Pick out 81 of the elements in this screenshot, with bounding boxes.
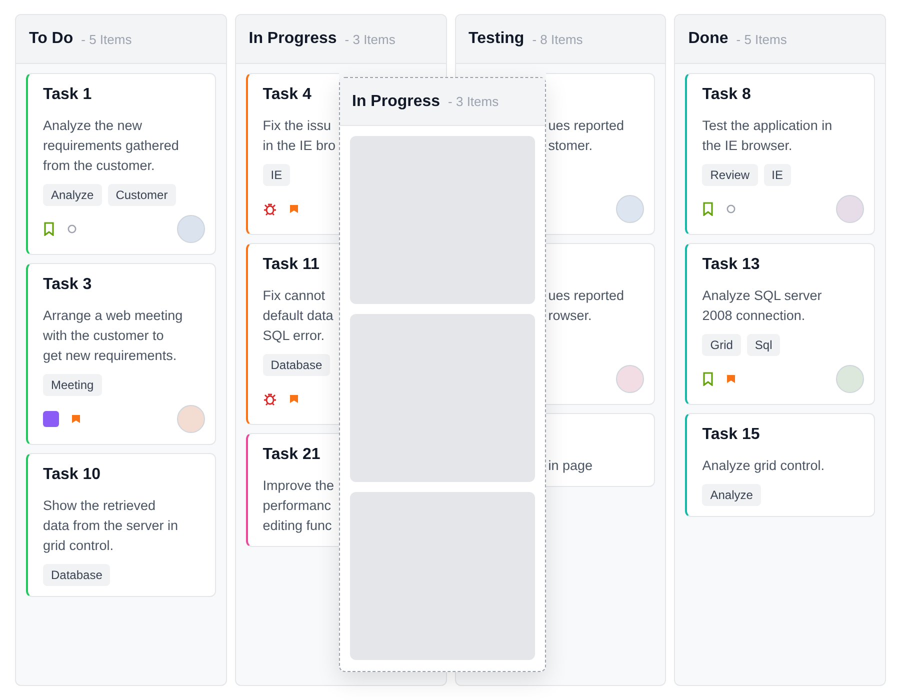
card-description: Fix cannot [262,287,326,305]
task-card[interactable]: Task 13 Analyze SQL server 2008 connection. Grid Sql [685,243,875,405]
card-description: from the customer. [43,157,156,175]
bug-icon [262,392,277,406]
task-card[interactable]: Task 8 Test the application in the IE browser. Review IE [685,73,875,235]
column-title: Testing [468,30,524,48]
card-description: in page [548,457,594,475]
task-card[interactable]: Task 11 Fix cannot default data SQL error. Database [246,243,339,425]
square-icon [43,411,59,427]
item-count: - 3 Items [344,32,396,46]
tag-chip: Sql [746,334,780,356]
task-card[interactable]: Task 1 Analyze the new requirements gathered from the customer. Analyze Customer [26,73,216,255]
tag-chip: IE [764,164,791,186]
task-card[interactable]: ues reported rowser. [546,243,656,405]
card-description: Arrange a web meeting [43,307,184,325]
bookmark-icon [702,372,714,386]
card-description: Analyze grid control. [702,457,826,475]
card-description: grid control. [43,537,115,555]
circle-icon [726,204,736,214]
task-card[interactable]: Task 10 Show the retrieved data from the server in grid control. Database [26,453,216,597]
tag-chip: Database [43,564,110,586]
card-description: Improve the [262,477,336,495]
card-title: Task 4 [262,86,312,105]
card-title: Task 8 [702,86,752,105]
flag-icon [288,204,299,214]
card-description: stomer. [548,137,594,155]
tag-chip: Review [702,164,758,186]
card-description: default data [262,307,334,325]
card-title: Task 15 [702,426,761,445]
column-title: To Do [29,30,74,48]
card-description: requirements gathered [43,137,180,155]
card-title: Task 11 [262,256,320,275]
card-description: the IE browser. [702,137,794,155]
card-title: Task 3 [43,276,93,295]
card-description: data from the server in [43,517,180,535]
card-description: get new requirements. [43,347,178,365]
card-title: Task 13 [702,256,761,275]
card-description: ues reported [548,117,626,135]
tag-chip: Database [262,354,330,376]
task-card[interactable]: Task 15 Analyze grid control. Analyze [685,413,875,517]
card-description: editing func [262,517,333,535]
circle-icon [67,224,77,234]
column-title: Done [688,30,728,48]
card-description: ues reported [548,287,626,305]
flag-icon [288,394,299,404]
item-count: - 8 Items [532,32,583,46]
task-card[interactable]: ues reported stomer. [546,73,656,235]
flag-icon [71,414,81,424]
card-description: SQL error. [262,327,326,345]
item-count: - 5 Items [81,32,132,46]
card-description: Show the retrieved [43,497,157,515]
card-description: with the customer to [43,327,165,345]
tag-chip: Analyze [43,184,102,206]
tag-chip: Meeting [43,374,102,396]
card-description: Test the application in [702,117,834,135]
tag-chip: IE [262,164,290,186]
tag-chip: Grid [702,334,741,356]
card-title: Task 10 [43,466,102,485]
card-description: 2008 connection. [702,307,806,325]
card-description: performanc [262,497,332,515]
card-description: in the IE bro [262,137,337,155]
card-description: Analyze the new [43,117,144,135]
bookmark-icon [702,202,714,216]
column-title: In Progress [352,92,440,110]
item-count: - 3 Items [448,94,499,109]
bookmark-icon [43,222,55,236]
column-title: In Progress [248,30,337,48]
flag-icon [726,374,736,384]
card-description: Fix the issu [262,117,332,135]
task-card[interactable]: in page [546,413,656,487]
task-card[interactable]: Task 3 Arrange a web meeting with the customer to get new requirements. Meeting [26,263,216,445]
bug-icon [262,202,277,216]
tag-chip: Analyze [702,484,761,506]
card-description: rowser. [548,307,593,325]
card-title: Task 21 [262,446,322,465]
item-count: - 5 Items [736,32,787,46]
tag-chip: Customer [108,184,176,206]
card-title: Task 1 [43,86,93,105]
task-card[interactable]: Task 21 Improve the performanc editing func [246,433,339,547]
task-card[interactable]: Task 4 Fix the issu in the IE bro IE [246,73,339,235]
card-description: Analyze SQL server [702,287,823,305]
